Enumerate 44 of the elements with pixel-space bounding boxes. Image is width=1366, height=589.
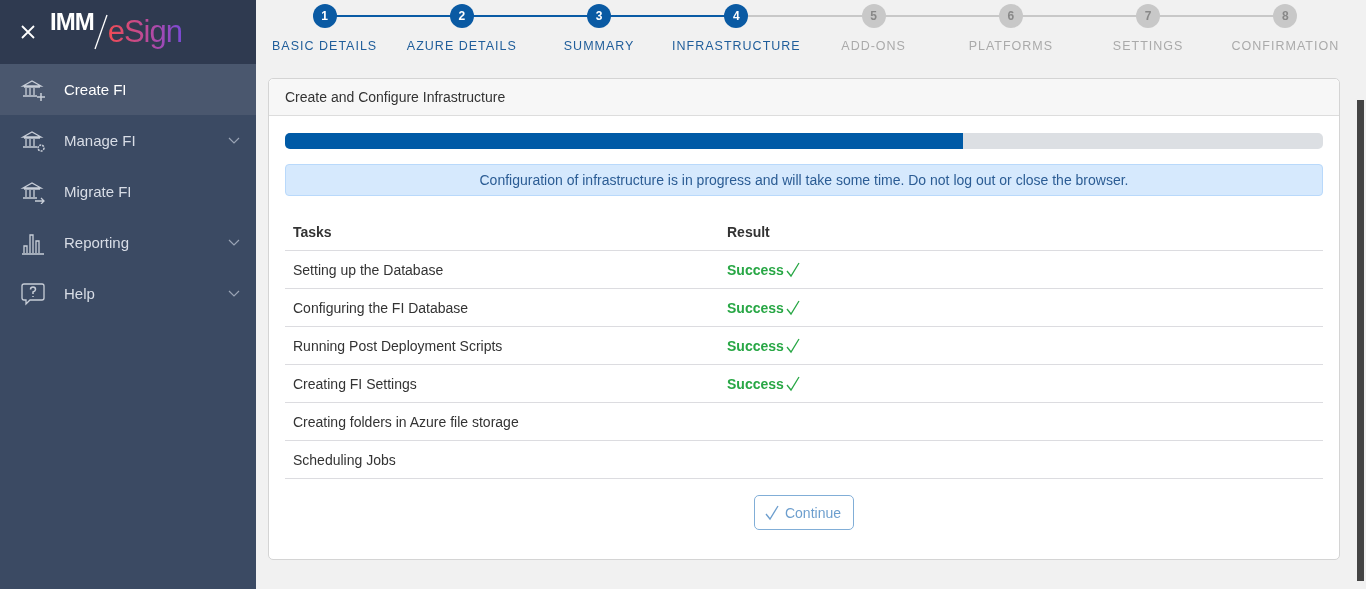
success-status: Success [727,261,800,278]
task-name: Configuring the FI Database [293,299,469,316]
step-number: 2 [449,4,474,28]
success-status: Success [727,299,800,316]
help-bubble-icon [20,281,46,306]
success-status: Success [727,375,800,392]
task-name: Running Post Deployment Scripts [293,337,503,354]
step-number: 7 [1136,4,1161,28]
step-label: BASIC DETAILS [272,39,378,53]
task-name: Creating FI Settings [293,375,417,392]
task-name: Scheduling Jobs [293,451,396,468]
check-icon [785,337,800,354]
sidebar-item[interactable]: Create FI [0,64,256,115]
step-label: SUMMARY [563,39,635,53]
step-number: 5 [861,4,886,28]
success-status: Success [727,337,800,354]
step-label: PLATFORMS [968,39,1054,53]
sidebar-item[interactable]: Migrate FI [0,166,256,217]
check-icon [785,299,800,316]
column-header: Result [727,224,770,240]
step-label: SETTINGS [1112,39,1184,53]
step-number: 3 [587,4,612,28]
step-number: 4 [724,4,749,28]
step-label: ADD-ONS [841,39,906,53]
sidebar-item[interactable]: Manage FI [0,115,256,166]
step-number: 6 [998,4,1023,28]
scrollbar-thumb[interactable] [1357,100,1364,581]
info-alert: Configuration of infrastructure is in progress and will take some time. Do not log out or close the browser. [285,164,1323,196]
column-header: Tasks [293,224,332,240]
task-name: Setting up the Database [293,261,444,278]
check-icon [785,261,800,278]
check-icon [764,504,779,521]
step-label: INFRASTRUCTURE [672,39,801,53]
card-title: Create and Configure Infrastructure [285,89,506,105]
sidebar-item[interactable]: Reporting [0,217,256,268]
sidebar-item[interactable]: Help [0,268,256,319]
step-label: CONFIRMATION [1231,39,1340,53]
step-number: 8 [1273,4,1298,28]
step-number: 1 [312,4,337,28]
logo: IMM eSign [50,14,182,50]
check-icon [785,375,800,392]
close-icon[interactable] [20,24,36,40]
task-name: Creating folders in Azure file storage [293,413,519,430]
step-label: AZURE DETAILS [406,39,517,53]
